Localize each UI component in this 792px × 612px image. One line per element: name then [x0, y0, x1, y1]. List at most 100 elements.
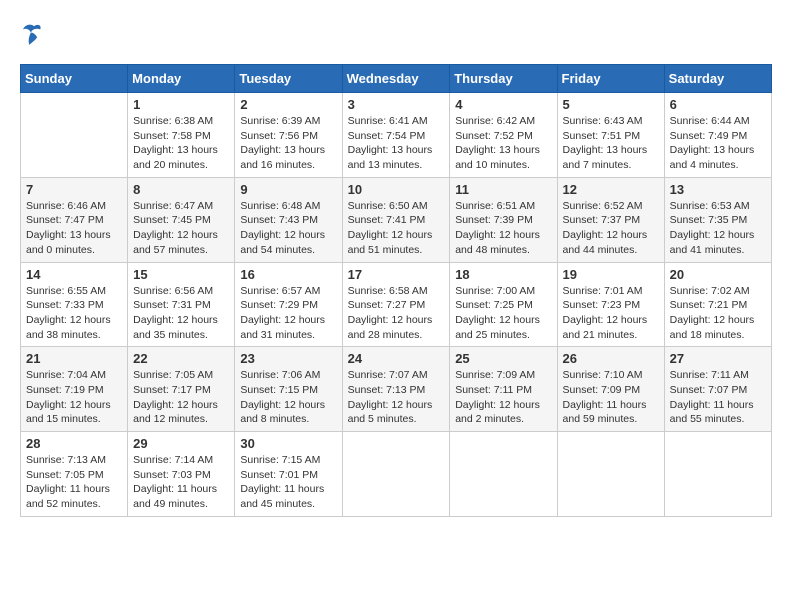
- calendar-cell: 5Sunrise: 6:43 AM Sunset: 7:51 PM Daylig…: [557, 93, 664, 178]
- day-number: 22: [133, 351, 229, 366]
- day-number: 15: [133, 267, 229, 282]
- calendar-cell: 10Sunrise: 6:50 AM Sunset: 7:41 PM Dayli…: [342, 177, 450, 262]
- calendar-cell: 20 Sunrise: 7:02 AM Sunset: 7:21 PM Dayli…: [664, 262, 771, 347]
- day-number: 25: [455, 351, 551, 366]
- calendar-cell: 26 Sunrise: 7:10 AM Sunset: 7:09 PM Dayli…: [557, 347, 664, 432]
- day-number: 7: [26, 182, 122, 197]
- day-info: Sunrise: 7:13 AM Sunset: 7:05 PM Dayligh…: [26, 453, 122, 512]
- day-info: Sunrise: 6:47 AM Sunset: 7:45 PM Dayligh…: [133, 199, 229, 258]
- day-number: 9: [240, 182, 336, 197]
- column-header-monday: Monday: [128, 65, 235, 93]
- day-number: 24: [348, 351, 445, 366]
- calendar-cell: 23 Sunrise: 7:06 AM Sunset: 7:15 PM Dayli…: [235, 347, 342, 432]
- calendar-cell: 2Sunrise: 6:39 AM Sunset: 7:56 PM Daylig…: [235, 93, 342, 178]
- day-number: 19: [563, 267, 659, 282]
- column-header-thursday: Thursday: [450, 65, 557, 93]
- day-info: Sunrise: 6:38 AM Sunset: 7:58 PM Dayligh…: [133, 114, 229, 173]
- column-header-tuesday: Tuesday: [235, 65, 342, 93]
- calendar-cell: 8Sunrise: 6:47 AM Sunset: 7:45 PM Daylig…: [128, 177, 235, 262]
- calendar-cell: 9 Sunrise: 6:48 AM Sunset: 7:43 PM Daylig…: [235, 177, 342, 262]
- day-number: 13: [670, 182, 766, 197]
- day-number: 28: [26, 436, 122, 451]
- day-number: 30: [240, 436, 336, 451]
- day-info: Sunrise: 7:00 AM Sunset: 7:25 PM Dayligh…: [455, 284, 551, 343]
- day-info: Sunrise: 7:14 AM Sunset: 7:03 PM Dayligh…: [133, 453, 229, 512]
- day-info: Sunrise: 7:15 AM Sunset: 7:01 PM Dayligh…: [240, 453, 336, 512]
- day-info: Sunrise: 6:57 AM Sunset: 7:29 PM Dayligh…: [240, 284, 336, 343]
- day-info: Sunrise: 7:09 AM Sunset: 7:11 PM Dayligh…: [455, 368, 551, 427]
- calendar-cell: 3 Sunrise: 6:41 AM Sunset: 7:54 PM Daylig…: [342, 93, 450, 178]
- calendar-cell: 21 Sunrise: 7:04 AM Sunset: 7:19 PM Dayli…: [21, 347, 128, 432]
- calendar-header-row: SundayMondayTuesdayWednesdayThursdayFrid…: [21, 65, 772, 93]
- calendar-cell: 12 Sunrise: 6:52 AM Sunset: 7:37 PM Dayli…: [557, 177, 664, 262]
- calendar-cell: 15 Sunrise: 6:56 AM Sunset: 7:31 PM Dayli…: [128, 262, 235, 347]
- calendar-cell: 19 Sunrise: 7:01 AM Sunset: 7:23 PM Dayli…: [557, 262, 664, 347]
- day-info: Sunrise: 7:11 AM Sunset: 7:07 PM Dayligh…: [670, 368, 766, 427]
- calendar-cell: 13 Sunrise: 6:53 AM Sunset: 7:35 PM Dayli…: [664, 177, 771, 262]
- column-header-friday: Friday: [557, 65, 664, 93]
- day-info: Sunrise: 6:41 AM Sunset: 7:54 PM Dayligh…: [348, 114, 445, 173]
- day-number: 11: [455, 182, 551, 197]
- day-info: Sunrise: 6:50 AM Sunset: 7:41 PM Dayligh…: [348, 199, 445, 258]
- day-info: Sunrise: 6:56 AM Sunset: 7:31 PM Dayligh…: [133, 284, 229, 343]
- calendar-cell: [664, 432, 771, 517]
- day-number: 29: [133, 436, 229, 451]
- day-number: 26: [563, 351, 659, 366]
- day-info: Sunrise: 6:58 AM Sunset: 7:27 PM Dayligh…: [348, 284, 445, 343]
- day-number: 27: [670, 351, 766, 366]
- calendar-cell: 25 Sunrise: 7:09 AM Sunset: 7:11 PM Dayli…: [450, 347, 557, 432]
- calendar-cell: 24 Sunrise: 7:07 AM Sunset: 7:13 PM Dayli…: [342, 347, 450, 432]
- calendar-cell: [450, 432, 557, 517]
- logo-bird-icon: [20, 20, 48, 48]
- calendar-cell: 11 Sunrise: 6:51 AM Sunset: 7:39 PM Dayli…: [450, 177, 557, 262]
- day-number: 16: [240, 267, 336, 282]
- day-number: 6: [670, 97, 766, 112]
- calendar-cell: 4Sunrise: 6:42 AM Sunset: 7:52 PM Daylig…: [450, 93, 557, 178]
- day-info: Sunrise: 7:07 AM Sunset: 7:13 PM Dayligh…: [348, 368, 445, 427]
- day-info: Sunrise: 6:52 AM Sunset: 7:37 PM Dayligh…: [563, 199, 659, 258]
- column-header-wednesday: Wednesday: [342, 65, 450, 93]
- calendar-table: SundayMondayTuesdayWednesdayThursdayFrid…: [20, 64, 772, 517]
- day-number: 12: [563, 182, 659, 197]
- calendar-cell: 1 Sunrise: 6:38 AM Sunset: 7:58 PM Daylig…: [128, 93, 235, 178]
- calendar-cell: 7Sunrise: 6:46 AM Sunset: 7:47 PM Daylig…: [21, 177, 128, 262]
- day-info: Sunrise: 7:01 AM Sunset: 7:23 PM Dayligh…: [563, 284, 659, 343]
- calendar-cell: 16 Sunrise: 6:57 AM Sunset: 7:29 PM Dayli…: [235, 262, 342, 347]
- day-info: Sunrise: 7:05 AM Sunset: 7:17 PM Dayligh…: [133, 368, 229, 427]
- day-number: 23: [240, 351, 336, 366]
- day-number: 17: [348, 267, 445, 282]
- day-info: Sunrise: 7:04 AM Sunset: 7:19 PM Dayligh…: [26, 368, 122, 427]
- day-number: 21: [26, 351, 122, 366]
- calendar-cell: 27 Sunrise: 7:11 AM Sunset: 7:07 PM Dayli…: [664, 347, 771, 432]
- day-number: 1: [133, 97, 229, 112]
- calendar-cell: 18 Sunrise: 7:00 AM Sunset: 7:25 PM Dayli…: [450, 262, 557, 347]
- day-info: Sunrise: 7:02 AM Sunset: 7:21 PM Dayligh…: [670, 284, 766, 343]
- day-number: 2: [240, 97, 336, 112]
- calendar-week-row: 7Sunrise: 6:46 AM Sunset: 7:47 PM Daylig…: [21, 177, 772, 262]
- day-number: 4: [455, 97, 551, 112]
- calendar-cell: 14 Sunrise: 6:55 AM Sunset: 7:33 PM Dayli…: [21, 262, 128, 347]
- day-info: Sunrise: 6:43 AM Sunset: 7:51 PM Dayligh…: [563, 114, 659, 173]
- calendar-cell: [21, 93, 128, 178]
- column-header-saturday: Saturday: [664, 65, 771, 93]
- calendar-week-row: 28 Sunrise: 7:13 AM Sunset: 7:05 PM Dayli…: [21, 432, 772, 517]
- calendar-cell: 28 Sunrise: 7:13 AM Sunset: 7:05 PM Dayli…: [21, 432, 128, 517]
- day-info: Sunrise: 6:44 AM Sunset: 7:49 PM Dayligh…: [670, 114, 766, 173]
- day-info: Sunrise: 6:48 AM Sunset: 7:43 PM Dayligh…: [240, 199, 336, 258]
- day-number: 3: [348, 97, 445, 112]
- logo: [20, 20, 52, 48]
- day-info: Sunrise: 7:10 AM Sunset: 7:09 PM Dayligh…: [563, 368, 659, 427]
- day-number: 14: [26, 267, 122, 282]
- column-header-sunday: Sunday: [21, 65, 128, 93]
- calendar-week-row: 1 Sunrise: 6:38 AM Sunset: 7:58 PM Daylig…: [21, 93, 772, 178]
- day-number: 20: [670, 267, 766, 282]
- calendar-cell: 17 Sunrise: 6:58 AM Sunset: 7:27 PM Dayli…: [342, 262, 450, 347]
- day-info: Sunrise: 6:51 AM Sunset: 7:39 PM Dayligh…: [455, 199, 551, 258]
- calendar-cell: 22 Sunrise: 7:05 AM Sunset: 7:17 PM Dayli…: [128, 347, 235, 432]
- day-info: Sunrise: 6:53 AM Sunset: 7:35 PM Dayligh…: [670, 199, 766, 258]
- calendar-cell: [557, 432, 664, 517]
- day-info: Sunrise: 6:55 AM Sunset: 7:33 PM Dayligh…: [26, 284, 122, 343]
- calendar-week-row: 21 Sunrise: 7:04 AM Sunset: 7:19 PM Dayli…: [21, 347, 772, 432]
- day-number: 18: [455, 267, 551, 282]
- day-info: Sunrise: 7:06 AM Sunset: 7:15 PM Dayligh…: [240, 368, 336, 427]
